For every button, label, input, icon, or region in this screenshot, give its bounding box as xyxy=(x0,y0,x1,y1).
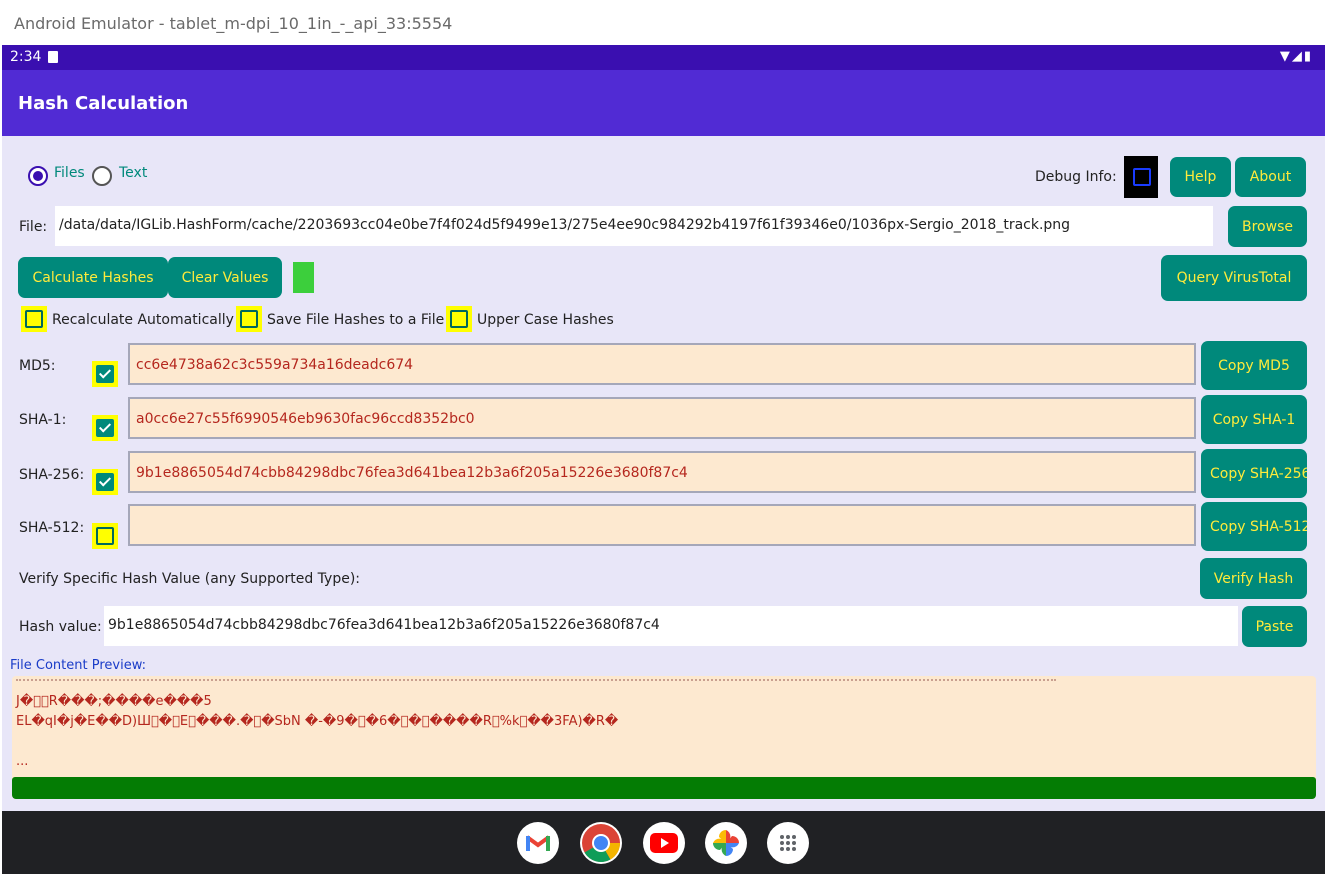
debug-info-label: Debug Info: xyxy=(1035,169,1117,185)
sha1-value-field[interactable]: a0cc6e27c55f6990546eb9630fac96ccd8352bc0 xyxy=(128,397,1196,439)
checkbox-box xyxy=(96,527,114,545)
photos-glyph xyxy=(713,830,739,856)
verify-label: Verify Specific Hash Value (any Supporte… xyxy=(19,571,361,587)
debug-info-checkbox[interactable] xyxy=(1124,156,1158,198)
checkbox-box xyxy=(240,310,258,328)
youtube-glyph xyxy=(650,833,678,853)
photos-icon[interactable] xyxy=(705,822,747,864)
preview-line: ... xyxy=(16,754,29,769)
calculate-hashes-button[interactable]: Calculate Hashes xyxy=(18,257,168,298)
youtube-icon[interactable] xyxy=(643,822,685,864)
android-nav-bar xyxy=(2,811,1325,874)
upper-case-label: Upper Case Hashes xyxy=(477,312,614,328)
hash-value-label: Hash value: xyxy=(19,619,102,635)
verify-hash-button[interactable]: Verify Hash xyxy=(1200,558,1307,599)
checkbox-box xyxy=(96,473,114,491)
preview-line: EL�qI�j�E��D)Ш � E ���.� �SbN �-�9� �6� … xyxy=(16,714,619,729)
upper-case-checkbox[interactable] xyxy=(446,306,472,332)
window-title-bar: Android Emulator - tablet_m-dpi_10_1in_-… xyxy=(0,0,1327,45)
clear-values-button[interactable]: Clear Values xyxy=(168,257,282,298)
status-time: 2:34 xyxy=(10,49,42,65)
recalc-automatically-checkbox[interactable] xyxy=(21,306,47,332)
recalc-automatically-label: Recalculate Automatically xyxy=(52,312,234,328)
copy-sha1-button[interactable]: Copy SHA-1 xyxy=(1201,395,1307,444)
status-indicator xyxy=(293,262,314,293)
progress-bar xyxy=(12,777,1316,799)
sha512-value-field[interactable] xyxy=(128,504,1196,546)
android-status-bar: 2:34 ▼◢▮ xyxy=(2,45,1325,70)
chrome-icon[interactable] xyxy=(580,822,622,864)
window-title: Android Emulator - tablet_m-dpi_10_1in_-… xyxy=(14,14,453,33)
sha256-label: SHA-256: xyxy=(19,467,85,483)
app-drawer-icon[interactable] xyxy=(767,822,809,864)
paste-button[interactable]: Paste xyxy=(1242,606,1307,647)
sha512-label: SHA-512: xyxy=(19,520,85,536)
checkbox-box xyxy=(450,310,468,328)
main-content: Files Text Debug Info: Help About File: … xyxy=(2,136,1325,811)
debug-checkbox-box xyxy=(1133,168,1151,186)
app-drawer-glyph xyxy=(780,835,796,851)
file-preview-label: File Content Preview: xyxy=(10,658,146,673)
preview-line: J�  R���;����e���5 xyxy=(16,694,212,709)
sha256-checkbox[interactable] xyxy=(92,469,118,495)
gmail-icon[interactable] xyxy=(517,822,559,864)
sd-card-icon xyxy=(48,51,58,63)
files-radio[interactable] xyxy=(28,166,48,186)
file-content-preview: J�  R���;����e���5 EL�qI�j�E��D)Ш � E ��… xyxy=(12,676,1316,799)
copy-sha256-button[interactable]: Copy SHA-256 xyxy=(1201,449,1307,498)
md5-checkbox[interactable] xyxy=(92,361,118,387)
md5-value-field[interactable]: cc6e4738a62c3c559a734a16deadc674 xyxy=(128,343,1196,385)
checkbox-box xyxy=(25,310,43,328)
about-button[interactable]: About xyxy=(1235,157,1306,197)
chrome-glyph xyxy=(582,824,621,863)
hash-value-input[interactable]: 9b1e8865054d74cbb84298dbc76fea3d641bea12… xyxy=(104,606,1238,646)
app-title: Hash Calculation xyxy=(18,93,189,114)
text-radio[interactable] xyxy=(92,166,112,186)
sha1-label: SHA-1: xyxy=(19,412,67,428)
checkbox-box xyxy=(96,419,114,437)
text-radio-label[interactable]: Text xyxy=(119,165,147,181)
md5-label: MD5: xyxy=(19,358,56,374)
browse-button[interactable]: Browse xyxy=(1228,206,1307,247)
gmail-glyph xyxy=(525,835,551,851)
copy-sha512-button[interactable]: Copy SHA-512 xyxy=(1201,502,1307,551)
sha512-checkbox[interactable] xyxy=(92,523,118,549)
save-hashes-label: Save File Hashes to a File xyxy=(267,312,445,328)
save-hashes-checkbox[interactable] xyxy=(236,306,262,332)
checkbox-box xyxy=(96,365,114,383)
files-radio-label[interactable]: Files xyxy=(54,165,85,181)
file-label: File: xyxy=(19,219,48,235)
sha1-checkbox[interactable] xyxy=(92,415,118,441)
status-icons: ▼◢▮ xyxy=(1279,49,1313,64)
query-virustotal-button[interactable]: Query VirusTotal xyxy=(1161,255,1307,301)
file-path-field[interactable]: /data/data/IGLib.HashForm/cache/2203693c… xyxy=(55,206,1213,246)
preview-clipped-line xyxy=(16,679,1056,686)
app-bar: Hash Calculation xyxy=(2,70,1325,136)
sha256-value-field[interactable]: 9b1e8865054d74cbb84298dbc76fea3d641bea12… xyxy=(128,451,1196,493)
copy-md5-button[interactable]: Copy MD5 xyxy=(1201,341,1307,390)
help-button[interactable]: Help xyxy=(1170,157,1231,197)
